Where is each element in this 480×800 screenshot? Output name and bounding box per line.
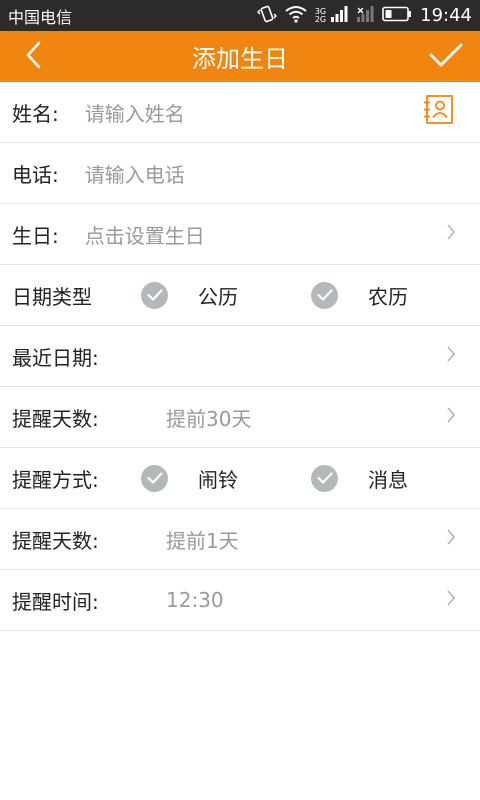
- remind-method-message-option[interactable]: 消息: [311, 464, 408, 493]
- recent-date-row[interactable]: 最近日期:: [0, 326, 480, 387]
- chevron-right-icon: [446, 588, 456, 612]
- confirm-button[interactable]: [424, 35, 468, 79]
- phone-label: 电话:: [12, 162, 59, 187]
- chevron-right-icon: [446, 405, 456, 429]
- checkmark-icon: [429, 42, 463, 72]
- vibrate-icon: [256, 4, 277, 28]
- remind-time-row[interactable]: 提醒时间: 12:30: [0, 570, 480, 631]
- remind-method-message-label: 消息: [368, 467, 408, 492]
- app-bar: 添加生日: [0, 31, 480, 82]
- remind-method-label: 提醒方式:: [12, 467, 99, 492]
- name-row[interactable]: 姓名: 请输入姓名: [0, 82, 480, 143]
- check-circle-icon: [141, 281, 168, 309]
- signal-icon: [330, 5, 348, 27]
- date-type-solar-option[interactable]: 公历: [141, 281, 238, 310]
- check-circle-icon: [311, 464, 338, 492]
- back-chevron-icon: [24, 40, 44, 74]
- chevron-right-icon: [446, 222, 456, 246]
- no-signal-icon: [356, 5, 374, 27]
- date-type-lunar-label: 农历: [368, 284, 408, 309]
- name-label: 姓名:: [12, 101, 59, 126]
- phone-row[interactable]: 电话: 请输入电话: [0, 143, 480, 204]
- date-type-lunar-option[interactable]: 农历: [311, 281, 408, 310]
- network-bottom-label: 2G: [314, 14, 327, 24]
- page-title: 添加生日: [192, 45, 288, 73]
- contact-book-icon[interactable]: [422, 95, 454, 130]
- remind-days-value-2: 提前1天: [166, 528, 239, 553]
- date-type-solar-label: 公历: [198, 284, 238, 309]
- date-type-label: 日期类型: [12, 284, 92, 309]
- recent-date-label: 最近日期:: [12, 345, 99, 370]
- clock: 19:44: [420, 5, 472, 26]
- chevron-right-icon: [446, 527, 456, 551]
- remind-days-row-2[interactable]: 提醒天数: 提前1天: [0, 509, 480, 570]
- phone-input[interactable]: 请输入电话: [85, 159, 468, 188]
- remind-days-label: 提醒天数:: [12, 406, 99, 431]
- network-type: 3G 2G: [314, 7, 327, 24]
- birthday-row[interactable]: 生日: 点击设置生日: [0, 204, 480, 265]
- wifi-icon: [285, 5, 307, 27]
- check-circle-icon: [311, 281, 338, 309]
- check-circle-icon: [141, 464, 168, 492]
- remind-time-value: 12:30: [166, 588, 224, 612]
- remind-method-alarm-label: 闹铃: [198, 467, 238, 492]
- remind-days-label-2: 提醒天数:: [12, 528, 99, 553]
- remind-time-label: 提醒时间:: [12, 589, 99, 614]
- remind-days-row[interactable]: 提醒天数: 提前30天: [0, 387, 480, 448]
- remind-days-value: 提前30天: [166, 406, 252, 431]
- carrier-name: 中国电信: [8, 7, 73, 27]
- remind-method-row: 提醒方式: 闹铃 消息: [0, 448, 480, 509]
- back-button[interactable]: [12, 35, 56, 79]
- name-input[interactable]: 请输入姓名: [85, 98, 468, 127]
- birthday-label: 生日:: [12, 223, 59, 248]
- battery-icon: [382, 6, 412, 26]
- status-icons: 3G 2G 19:44: [256, 4, 472, 28]
- status-bar: 中国电信 3G 2G 19:44: [0, 0, 480, 31]
- chevron-right-icon: [446, 344, 456, 368]
- birthday-picker[interactable]: 点击设置生日: [85, 220, 468, 249]
- remind-method-alarm-option[interactable]: 闹铃: [141, 464, 238, 493]
- date-type-row: 日期类型 公历 农历: [0, 265, 480, 326]
